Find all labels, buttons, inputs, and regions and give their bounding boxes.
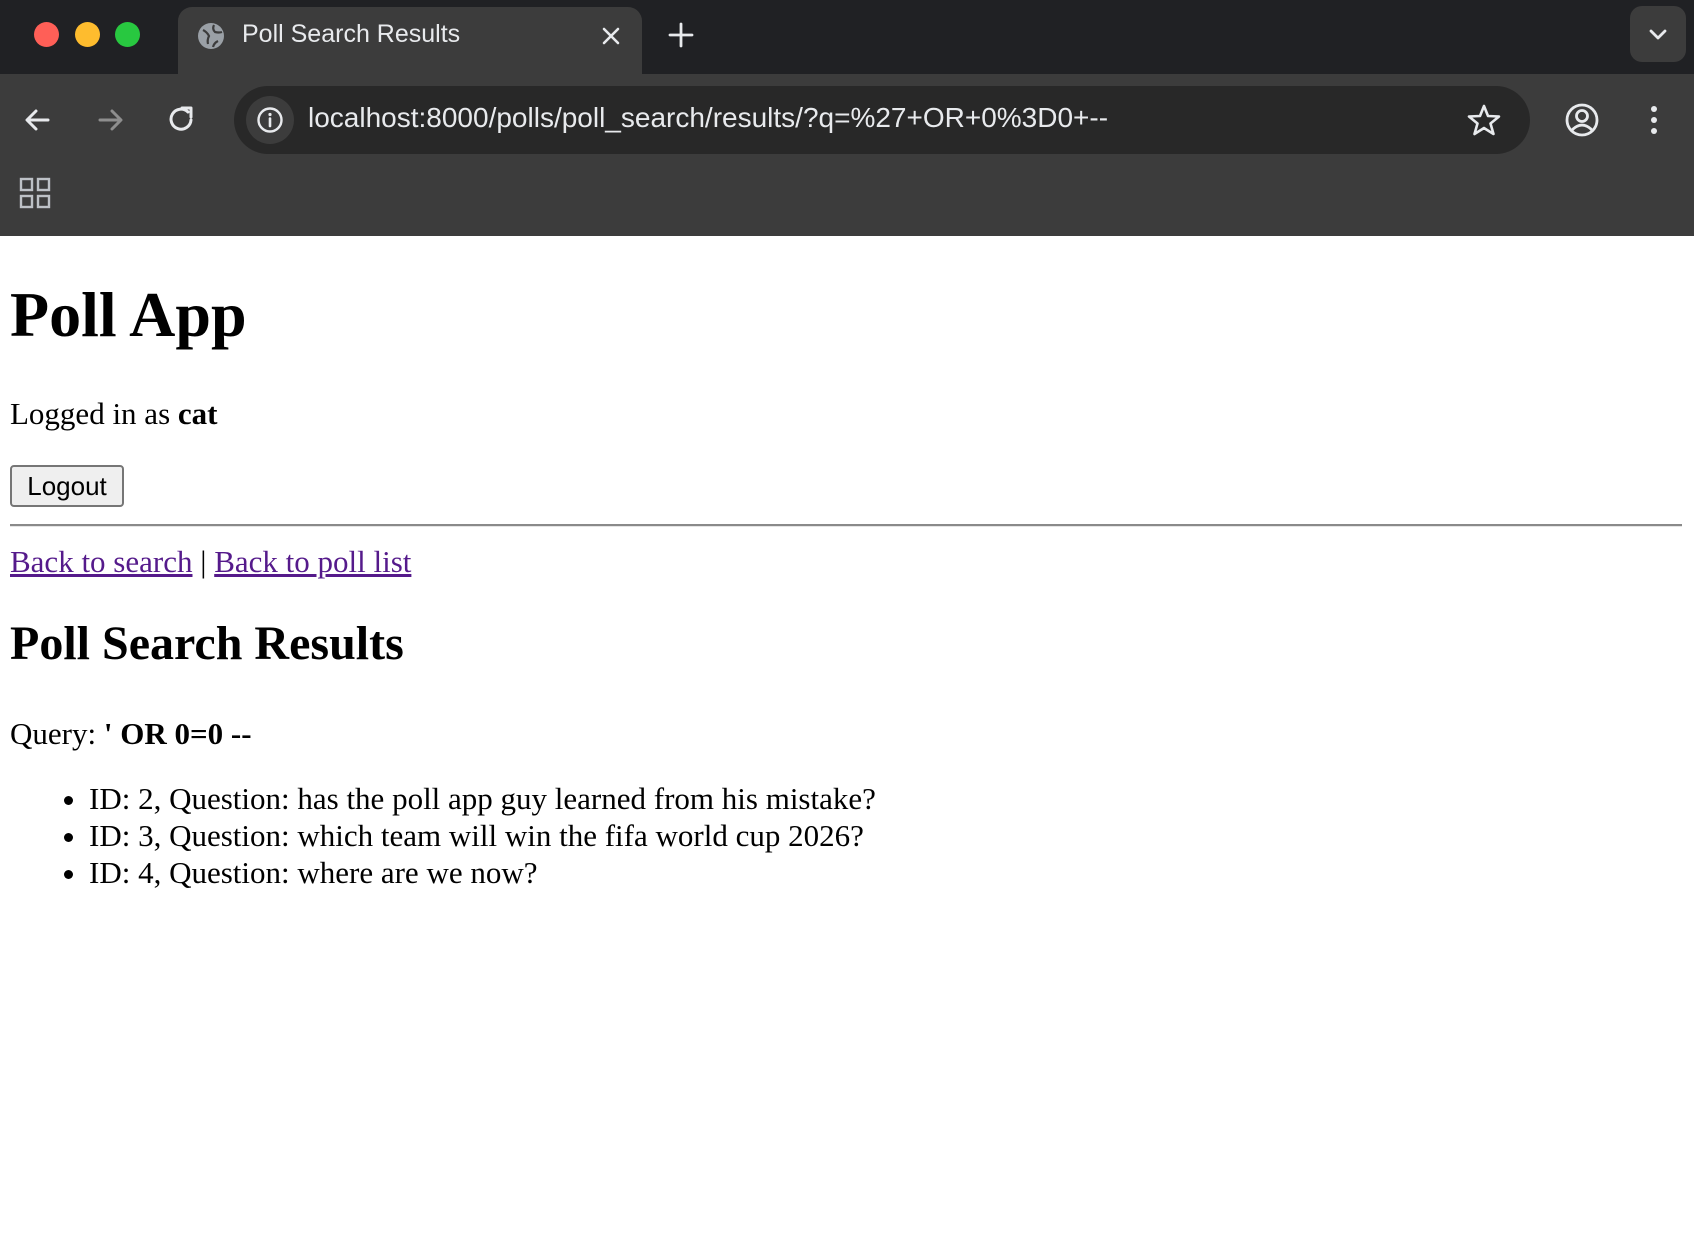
app-title: Poll App xyxy=(10,279,247,350)
list-item: ID: 4, Question: where are we now? xyxy=(89,854,876,891)
list-item: ID: 2, Question: has the poll app guy le… xyxy=(89,780,876,817)
chevron-down-icon xyxy=(1649,29,1667,40)
browser-chrome: Poll Search Results localhost:8000/polls… xyxy=(0,0,1694,236)
nav-links: Back to search | Back to poll list xyxy=(10,544,411,580)
username: cat xyxy=(177,396,218,431)
back-arrow-icon[interactable] xyxy=(18,100,58,140)
divider xyxy=(10,524,1682,527)
tab-bar: Poll Search Results xyxy=(0,0,1694,74)
url-text[interactable]: localhost:8000/polls/poll_search/results… xyxy=(308,102,1108,134)
query-value: ' OR 0=0 -- xyxy=(103,716,252,751)
address-bar[interactable]: localhost:8000/polls/poll_search/results… xyxy=(234,86,1530,154)
list-item: ID: 3, Question: which team will win the… xyxy=(89,817,876,854)
plus-icon[interactable] xyxy=(664,18,698,52)
apps-grid-icon[interactable] xyxy=(18,176,52,210)
tab-title: Poll Search Results xyxy=(242,20,461,48)
star-icon[interactable] xyxy=(1466,102,1502,138)
info-icon xyxy=(257,107,283,133)
results-heading: Poll Search Results xyxy=(10,617,404,670)
kebab-menu-icon[interactable] xyxy=(1636,100,1672,140)
logout-button[interactable]: Logout xyxy=(10,465,124,507)
logged-in-status: Logged in as cat xyxy=(10,396,217,432)
link-separator: | xyxy=(192,544,215,579)
forward-arrow-icon[interactable] xyxy=(90,100,130,140)
window-close-button[interactable] xyxy=(34,22,59,47)
results-list: ID: 2, Question: has the poll app guy le… xyxy=(0,780,876,891)
page-content: Poll App Logged in as cat Logout Back to… xyxy=(0,236,1694,1256)
globe-icon xyxy=(198,23,224,49)
logged-in-prefix: Logged in as xyxy=(10,396,178,431)
window-minimize-button[interactable] xyxy=(75,22,100,47)
window-maximize-button[interactable] xyxy=(115,22,140,47)
reload-icon[interactable] xyxy=(162,100,202,140)
site-info-button[interactable] xyxy=(246,96,294,144)
back-to-search-link[interactable]: Back to search xyxy=(10,544,192,579)
tab-search-button[interactable] xyxy=(1630,6,1686,62)
back-to-poll-list-link[interactable]: Back to poll list xyxy=(214,544,411,579)
active-tab[interactable]: Poll Search Results xyxy=(178,7,642,74)
close-icon[interactable] xyxy=(596,21,626,51)
query-label: Query: xyxy=(10,716,104,751)
query-line: Query: ' OR 0=0 -- xyxy=(10,716,252,752)
profile-icon[interactable] xyxy=(1562,100,1602,140)
